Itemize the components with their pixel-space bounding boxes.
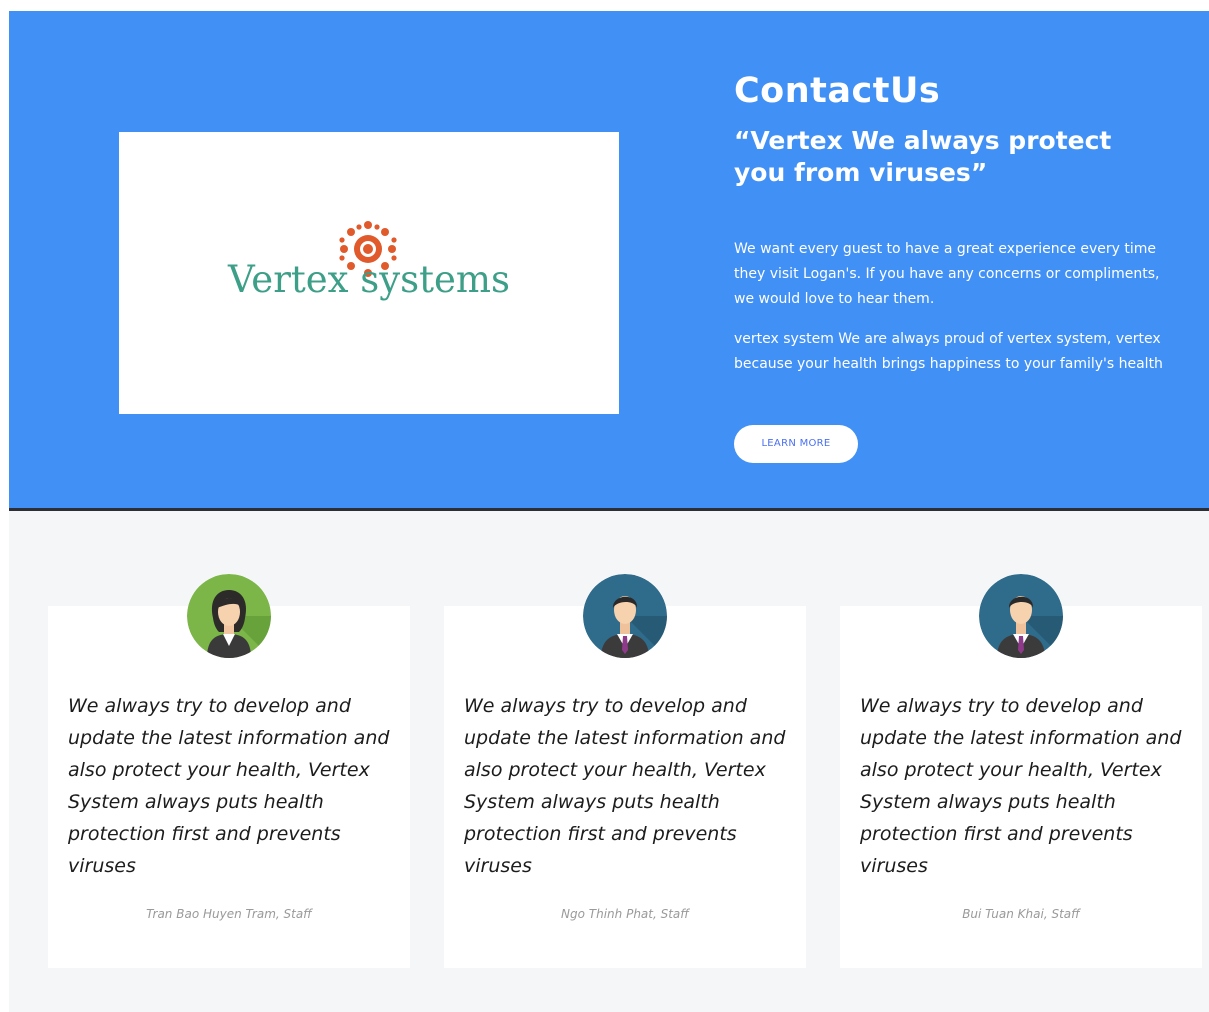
testimonial-card: We always try to develop and update the …	[840, 606, 1202, 968]
testimonial-card: We always try to develop and update the …	[48, 606, 410, 968]
hero-quote: “Vertex We always protect you from virus…	[734, 126, 1112, 187]
hero-paragraph: We want every guest to have a great expe…	[734, 241, 1160, 307]
company-logo-card: Vertex systems	[119, 132, 619, 414]
male-staff-avatar-icon	[979, 574, 1063, 658]
testimonial-author: Bui Tuan Khai, Staff	[962, 907, 1080, 921]
testimonial-quote: We always try to develop and update the …	[464, 695, 786, 877]
female-staff-avatar-icon	[187, 574, 271, 658]
hero-text-block: ContactUs “Vertex We always protect you …	[734, 71, 1164, 377]
testimonial-quote: We always try to develop and update the …	[860, 695, 1182, 877]
page: Vertex systems ContactUs “Vertex We alwa…	[9, 11, 1209, 1012]
testimonial-card: We always try to develop and update the …	[444, 606, 806, 968]
company-logo-text: Vertex systems	[227, 258, 511, 301]
testimonial-author: Tran Bao Huyen Tram, Staff	[146, 907, 312, 921]
page-title: ContactUs	[734, 71, 941, 111]
male-staff-avatar-icon	[583, 574, 667, 658]
hero-paragraph: vertex system We are always proud of ver…	[734, 331, 1163, 372]
team-testimonials-section: We always try to develop and update the …	[9, 511, 1209, 1012]
learn-more-button[interactable]: LEARN MORE	[734, 425, 858, 463]
contact-hero-section: Vertex systems ContactUs “Vertex We alwa…	[9, 11, 1209, 509]
testimonial-author: Ngo Thinh Phat, Staff	[561, 907, 689, 921]
testimonial-quote: We always try to develop and update the …	[68, 695, 390, 877]
